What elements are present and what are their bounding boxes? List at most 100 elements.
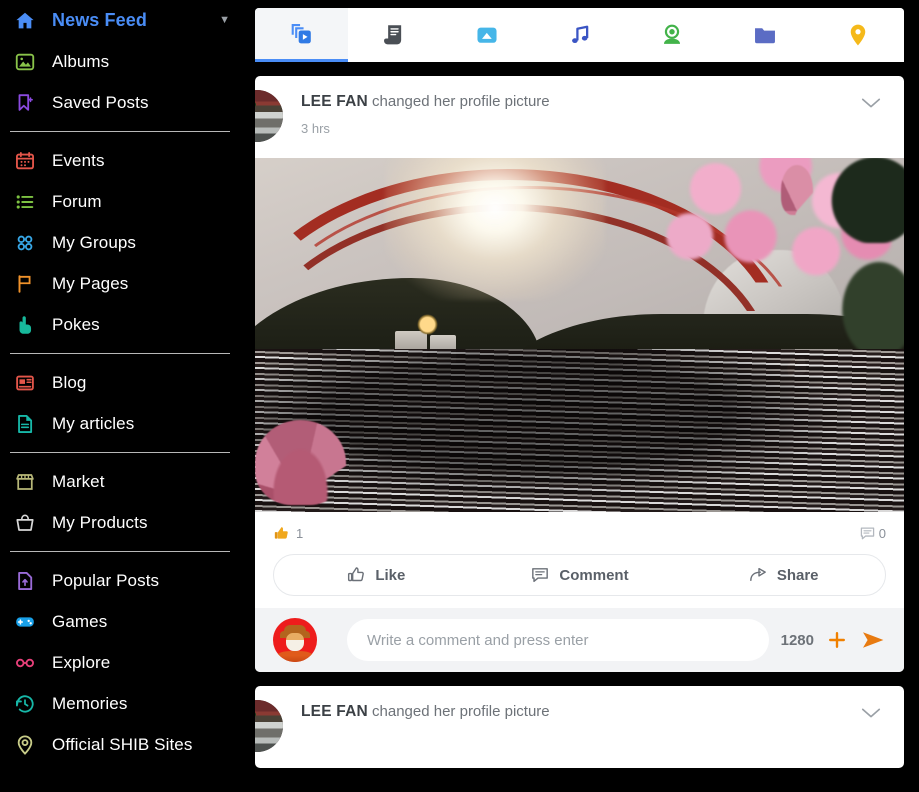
like-button[interactable]: Like	[274, 555, 478, 595]
home-icon	[10, 10, 40, 32]
sidebar-item-label: My articles	[52, 413, 135, 433]
sidebar-item-official-shib-sites[interactable]: Official SHIB Sites	[0, 724, 240, 765]
history-clock-icon	[10, 693, 40, 715]
sidebar-item-memories[interactable]: Memories	[0, 683, 240, 724]
share-button-label: Share	[776, 566, 819, 584]
tab-music[interactable]	[533, 8, 626, 62]
sidebar-item-label: Official SHIB Sites	[52, 734, 193, 754]
article-icon	[10, 413, 40, 435]
comment-button[interactable]: Comment	[478, 555, 682, 595]
tab-articles[interactable]	[347, 8, 441, 62]
post-photo[interactable]	[255, 158, 904, 512]
comment-bubble-icon	[530, 565, 550, 585]
post-options-chevron-down-icon[interactable]	[856, 94, 886, 112]
popular-posts-icon	[10, 570, 40, 592]
sidebar-item-label: My Pages	[52, 273, 129, 293]
sidebar-divider	[10, 551, 230, 552]
share-button[interactable]: Share	[681, 555, 885, 595]
like-button-label: Like	[375, 566, 406, 584]
sidebar-divider	[10, 131, 230, 132]
post-author[interactable]: LEE FAN	[301, 703, 368, 720]
share-arrow-icon	[748, 565, 768, 585]
main-content: LEE FAN changed her profile picture 3 hr…	[240, 0, 919, 792]
post-action-text: changed her profile picture	[372, 703, 550, 720]
chevron-down-icon[interactable]: ▼	[219, 15, 230, 26]
post-header: LEE FAN changed her profile picture	[255, 686, 904, 768]
sidebar-item-popular-posts[interactable]: Popular Posts	[0, 560, 240, 601]
sidebar-group-feed: News Feed ▼ Albums Saved Posts	[0, 0, 240, 123]
comment-input[interactable]	[347, 619, 769, 661]
sidebar-item-pokes[interactable]: Pokes	[0, 304, 240, 345]
tree-top-right	[813, 158, 904, 243]
sidebar-group-discover: Popular Posts Games Explore Memories Off…	[0, 560, 240, 765]
sidebar-item-market[interactable]: Market	[0, 461, 240, 502]
sidebar-item-label: Pokes	[52, 314, 100, 334]
music-note-icon	[567, 22, 593, 48]
flag-icon	[10, 273, 40, 295]
sidebar-item-label: Events	[52, 150, 105, 170]
add-attachment-plus-icon[interactable]	[826, 629, 848, 651]
comment-bubble-icon	[859, 525, 876, 542]
sidebar: News Feed ▼ Albums Saved Posts Events Fo…	[0, 0, 240, 792]
sidebar-item-my-products[interactable]: My Products	[0, 502, 240, 543]
sidebar-item-label: My Groups	[52, 232, 137, 252]
sidebar-item-label: My Products	[52, 512, 148, 532]
avatar[interactable]	[255, 700, 283, 752]
photo-album-icon	[10, 51, 40, 73]
post-meta: LEE FAN changed her profile picture	[301, 700, 856, 722]
sidebar-divider	[10, 353, 230, 354]
tab-photos[interactable]	[440, 8, 534, 62]
send-comment-button[interactable]	[860, 628, 886, 652]
post-card: LEE FAN changed her profile picture	[255, 686, 904, 768]
sidebar-item-my-articles[interactable]: My articles	[0, 403, 240, 444]
current-user-avatar[interactable]	[273, 618, 317, 662]
tab-files[interactable]	[718, 8, 812, 62]
post-options-chevron-down-icon[interactable]	[856, 704, 886, 722]
post-header: LEE FAN changed her profile picture 3 hr…	[255, 76, 904, 158]
post-action-row: Like Comment Share	[273, 554, 886, 596]
sidebar-item-label: Games	[52, 611, 108, 631]
water-surface	[255, 349, 904, 512]
comment-composer: 1280	[255, 608, 904, 672]
sidebar-item-my-pages[interactable]: My Pages	[0, 263, 240, 304]
photo-icon	[474, 22, 500, 48]
sidebar-item-my-groups[interactable]: My Groups	[0, 222, 240, 263]
bookmark-plus-icon	[10, 92, 40, 114]
post-title: LEE FAN changed her profile picture	[301, 702, 856, 722]
sun-flare	[384, 158, 606, 300]
sidebar-group-content: Blog My articles	[0, 362, 240, 444]
sidebar-item-blog[interactable]: Blog	[0, 362, 240, 403]
avatar[interactable]	[255, 90, 283, 142]
content-type-tabbar	[255, 8, 904, 62]
sidebar-item-news-feed[interactable]: News Feed ▼	[0, 0, 240, 41]
sidebar-item-forum[interactable]: Forum	[0, 181, 240, 222]
post-author[interactable]: LEE FAN	[301, 93, 368, 110]
avatar-body	[277, 650, 313, 662]
character-limit: 1280	[780, 631, 814, 649]
blog-icon	[10, 372, 40, 394]
sidebar-item-games[interactable]: Games	[0, 601, 240, 642]
sidebar-item-albums[interactable]: Albums	[0, 41, 240, 82]
lantern-glow	[417, 313, 439, 335]
sidebar-item-label: News Feed	[52, 10, 147, 30]
tab-places[interactable]	[811, 8, 904, 62]
sidebar-item-explore[interactable]: Explore	[0, 642, 240, 683]
like-summary[interactable]: 1	[273, 525, 303, 542]
poke-hand-icon	[10, 314, 40, 336]
post-action-text: changed her profile picture	[372, 93, 550, 110]
tab-videos[interactable]	[255, 8, 348, 62]
lotus-flower-small	[780, 165, 814, 215]
post-card: LEE FAN changed her profile picture 3 hr…	[255, 76, 904, 672]
sidebar-item-saved-posts[interactable]: Saved Posts	[0, 82, 240, 123]
calendar-icon	[10, 150, 40, 172]
map-pin-icon	[845, 22, 871, 48]
sidebar-item-events[interactable]: Events	[0, 140, 240, 181]
webcam-icon	[659, 22, 685, 48]
sidebar-item-label: Memories	[52, 693, 128, 713]
lotus-flower	[255, 419, 346, 505]
tab-live[interactable]	[625, 8, 719, 62]
thumbs-up-outline-icon	[346, 565, 366, 585]
sidebar-divider	[10, 452, 230, 453]
comment-summary[interactable]: 0	[859, 525, 886, 542]
groups-icon	[10, 232, 40, 254]
